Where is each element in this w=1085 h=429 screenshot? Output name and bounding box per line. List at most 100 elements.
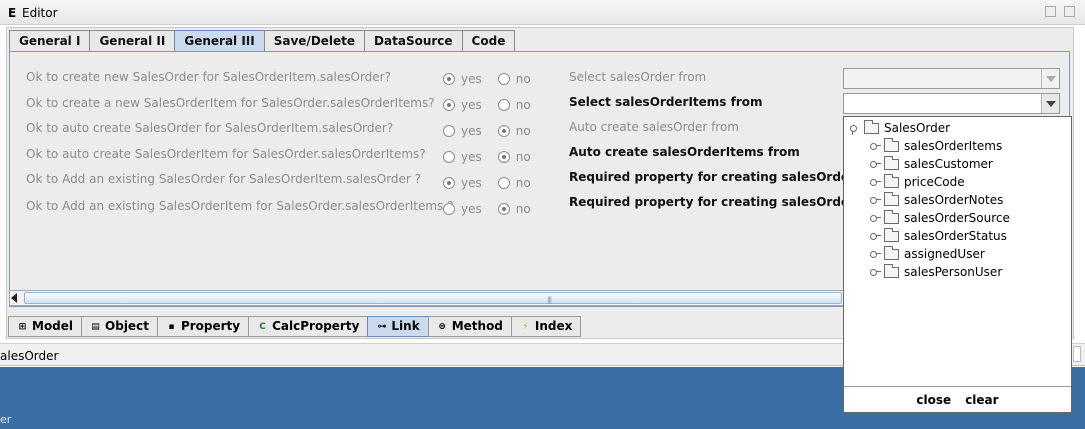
no-label: no [515, 176, 531, 190]
no-radio[interactable] [497, 203, 510, 215]
popup-footer: close clear [844, 386, 1071, 412]
question-label: Ok to Add an existing SalesOrderItem for… [26, 199, 454, 213]
tab-method-label: Method [451, 319, 503, 333]
tree-node[interactable]: salesCustomer [870, 155, 993, 173]
tree-node[interactable]: salesOrderSource [870, 209, 1010, 227]
tab-property[interactable]: ▪ Property [156, 316, 250, 337]
yes-label: yes [461, 150, 482, 164]
tab-calcproperty-label: CalcProperty [272, 319, 360, 333]
tab-general-1[interactable]: General I [9, 30, 91, 52]
folder-icon [884, 155, 899, 170]
tab-general-3[interactable]: General III [174, 30, 265, 52]
select-salesorder-combo[interactable] [843, 68, 1060, 89]
clear-button[interactable]: clear [965, 393, 998, 407]
folder-icon [864, 119, 879, 134]
tree-node[interactable]: salesOrderItems [870, 137, 1002, 155]
tab-method[interactable]: ⊜ Method [427, 316, 512, 337]
tab-link-label: Link [391, 319, 420, 333]
horizontal-scrollbar[interactable]: ||| [9, 290, 845, 306]
key-icon[interactable] [870, 267, 881, 277]
folder-icon [884, 209, 899, 224]
key-icon[interactable] [870, 159, 881, 169]
scroll-thumb[interactable]: ||| [24, 292, 842, 304]
close-button[interactable]: close [916, 393, 951, 407]
auto-create-salesorderitems-label: Auto create salesOrderItems from [569, 145, 800, 159]
tree-node[interactable]: salesOrderStatus [870, 227, 1007, 245]
radio-group: yes no [443, 176, 531, 190]
tab-link[interactable]: ⊶ Link [367, 316, 429, 337]
select-salesorder-label: Select salesOrder from [569, 70, 707, 84]
key-icon[interactable] [870, 141, 881, 151]
key-icon[interactable] [870, 177, 881, 187]
no-radio[interactable] [497, 99, 510, 111]
yes-radio[interactable] [443, 151, 455, 163]
radio-group: yes no [443, 150, 531, 164]
object-icon: ▤ [91, 321, 100, 332]
radio-group: yes no [443, 202, 531, 216]
tab-property-label: Property [180, 319, 241, 333]
yes-label: yes [461, 98, 482, 112]
folder-icon [884, 173, 899, 188]
bottom-tab-strip: ⊞ Model ▤ Object ▪ Property C CalcProperty ⊶… [8, 316, 582, 337]
desktop-label: er [0, 413, 12, 426]
no-radio[interactable] [497, 177, 510, 189]
tree-root-node[interactable]: SalesOrder [850, 119, 950, 137]
editor-title-bar: E Editor [0, 0, 1085, 25]
status-text: alesOrder [0, 349, 59, 363]
yes-radio[interactable] [443, 73, 455, 85]
no-radio[interactable] [497, 125, 510, 137]
window-title: Editor [22, 6, 58, 20]
yes-label: yes [461, 202, 482, 216]
expand-icon[interactable] [850, 123, 860, 135]
tab-general-2[interactable]: General II [89, 30, 176, 52]
tab-code[interactable]: Code [461, 30, 516, 52]
tree-node-label: salesCustomer [904, 157, 993, 171]
grip-icon: ||| [547, 296, 552, 304]
tab-model-label: Model [32, 319, 74, 333]
tab-save-delete[interactable]: Save/Delete [263, 30, 366, 52]
radio-group: yes no [443, 98, 531, 112]
no-label: no [515, 124, 531, 138]
tab-datasource[interactable]: DataSource [364, 30, 463, 52]
no-label: no [515, 98, 531, 112]
tree-node[interactable]: salesPersonUser [870, 263, 1002, 281]
key-icon[interactable] [870, 249, 881, 259]
select-salesorderitems-combo[interactable] [843, 93, 1060, 114]
minimize-icon[interactable] [1045, 6, 1056, 17]
no-radio[interactable] [497, 151, 510, 163]
tab-object[interactable]: ▤ Object [81, 316, 158, 337]
tab-index[interactable]: ⚡ Index [510, 316, 582, 337]
tree-node-label: assignedUser [904, 247, 985, 261]
screen: E Editor General I General II General II… [0, 0, 1085, 429]
top-tab-strip: General I General II General III Save/De… [9, 30, 516, 52]
tree-node[interactable]: priceCode [870, 173, 965, 191]
chevron-down-icon[interactable] [1041, 69, 1059, 88]
yes-radio[interactable] [443, 125, 455, 137]
tree-node-label: priceCode [904, 175, 965, 189]
key-icon[interactable] [870, 213, 881, 223]
question-label: Ok to auto create SalesOrder for SalesOr… [26, 121, 394, 135]
yes-radio[interactable] [443, 177, 455, 189]
key-icon[interactable] [870, 195, 881, 205]
no-label: no [515, 202, 531, 216]
calc-property-icon: C [259, 321, 266, 332]
tab-calcproperty[interactable]: C CalcProperty [248, 316, 369, 337]
yes-label: yes [461, 72, 482, 86]
link-icon: ⊶ [377, 321, 387, 332]
scroll-left-icon[interactable] [11, 293, 17, 303]
folder-icon [884, 227, 899, 242]
yes-radio[interactable] [443, 203, 455, 215]
chevron-down-icon[interactable] [1041, 94, 1059, 113]
yes-radio[interactable] [443, 99, 455, 111]
yes-label: yes [461, 176, 482, 190]
no-radio[interactable] [497, 73, 510, 85]
tree-node[interactable]: salesOrderNotes [870, 191, 1003, 209]
tab-model[interactable]: ⊞ Model [8, 316, 83, 337]
property-tree-popup: SalesOrder salesOrderItems salesCustomer… [843, 116, 1072, 413]
tree-node-label: salesPersonUser [904, 265, 1003, 279]
key-icon[interactable] [870, 231, 881, 241]
tree-node[interactable]: assignedUser [870, 245, 985, 263]
index-icon: ⚡ [522, 321, 529, 332]
maximize-icon[interactable] [1064, 6, 1075, 17]
tab-object-label: Object [105, 319, 149, 333]
